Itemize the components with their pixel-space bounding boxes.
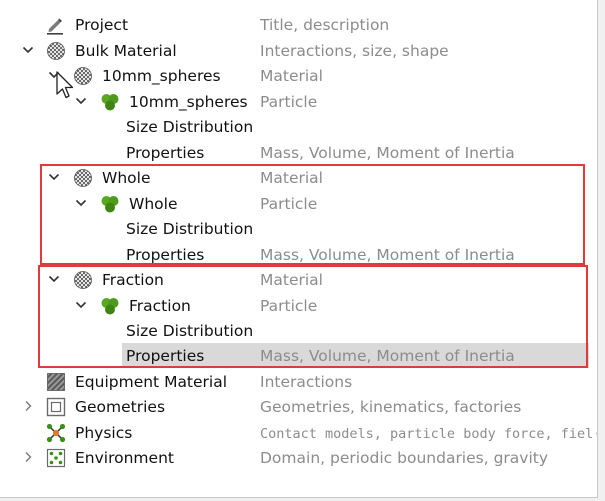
chevron-right-icon[interactable] (20, 449, 36, 465)
tree-label: Equipment Material (75, 373, 228, 391)
highlight-box-fraction (38, 265, 588, 368)
tree-row-bulk-material[interactable]: Bulk Material Interactions, size, shape (0, 38, 597, 64)
tree-row-material-10mm-spheres[interactable]: 10mm_spheres Material (0, 63, 597, 89)
tree-label: 10mm_spheres (129, 93, 248, 111)
tree-description: Particle (260, 93, 318, 111)
tree-row-equipment-material[interactable]: Equipment Material Interactions (0, 369, 597, 395)
tree-row-project[interactable]: Project Title, description (0, 12, 597, 38)
molecule-icon (46, 423, 66, 443)
project-tree: Project Title, description Bulk Material… (0, 0, 598, 498)
green-clover-icon (100, 92, 120, 112)
chevron-right-icon[interactable] (20, 398, 36, 414)
tree-label: 10mm_spheres (102, 67, 221, 85)
hatched-square-icon (46, 372, 66, 392)
tree-label: Environment (75, 449, 174, 467)
tree-label: Size Distribution (126, 118, 254, 136)
tree-label: Bulk Material (75, 42, 177, 60)
pencil-icon (45, 15, 65, 35)
tree-description: Title, description (260, 16, 390, 34)
tree-row-particle-10mm-spheres[interactable]: 10mm_spheres Particle (0, 89, 597, 115)
tree-row-physics[interactable]: Physics Contact models, particle body fo… (0, 420, 597, 446)
tree-row-properties[interactable]: Properties Mass, Volume, Moment of Inert… (0, 140, 597, 166)
tree-row-size-distribution[interactable]: Size Distribution (0, 114, 597, 140)
mouse-cursor-icon (56, 71, 74, 99)
tree-description: Interactions (260, 373, 353, 391)
chevron-down-icon[interactable] (20, 42, 36, 58)
tree-description: Material (260, 67, 323, 85)
tree-description: Mass, Volume, Moment of Inertia (260, 144, 515, 162)
square-frame-icon (46, 397, 66, 417)
tree-label: Project (75, 16, 129, 34)
tree-description: Geometries, kinematics, factories (260, 398, 522, 416)
tree-row-geometries[interactable]: Geometries Geometries, kinematics, facto… (0, 394, 597, 420)
tree-row-environment[interactable]: Environment Domain, periodic boundaries,… (0, 445, 597, 471)
tree-label: Physics (75, 424, 133, 442)
highlight-box-whole (40, 164, 585, 265)
tree-label: Geometries (75, 398, 166, 416)
tree-description: Interactions, size, shape (260, 42, 449, 60)
tree-description: Domain, periodic boundaries, gravity (260, 449, 549, 467)
environment-grid-icon (46, 448, 66, 468)
tree-label: Properties (126, 144, 205, 162)
tree-description: Contact models, particle body force, fie… (260, 426, 597, 442)
checkered-sphere-icon (46, 41, 66, 61)
